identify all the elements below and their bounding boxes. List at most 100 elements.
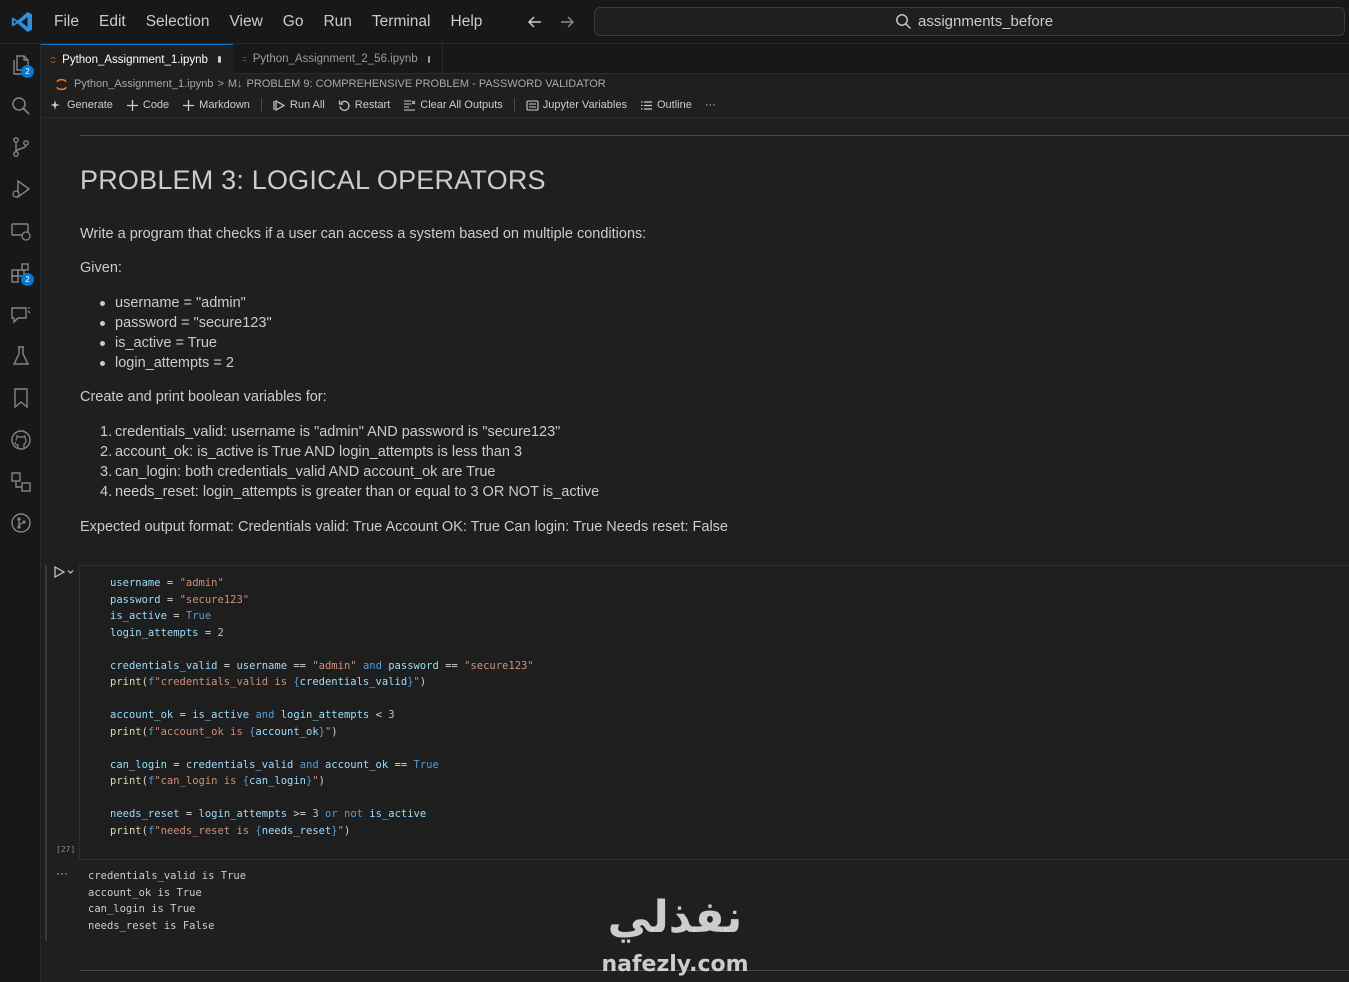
clear-all-outputs-button[interactable]: Clear All Outputs (403, 99, 503, 112)
bullet-marker (100, 321, 105, 326)
horizontal-rule (80, 135, 1349, 136)
watermark: نفذلي nafezly.com (590, 892, 760, 982)
markdown-given: Given: (80, 260, 122, 276)
cell-focus-indicator (45, 565, 47, 941)
toolbar-divider (260, 98, 262, 112)
jupyter-variables-label: Jupyter Variables (542, 99, 627, 111)
tab-label: Python_Assignment_1.ipynb (62, 53, 208, 66)
generate-button[interactable]: Generate (50, 99, 113, 112)
outline-list-icon (640, 100, 652, 110)
markdown-label: Markdown (199, 99, 250, 111)
vscode-logo-icon[interactable] (10, 10, 34, 34)
output-line: can_login is True (88, 903, 196, 915)
breadcrumb-file[interactable]: Python_Assignment_1.ipynb (74, 78, 213, 90)
jupyter-variables-button[interactable]: Jupyter Variables (526, 99, 627, 112)
menu-run[interactable]: Run (313, 0, 361, 44)
list-number: 3. (100, 464, 113, 480)
breadcrumb: Python_Assignment_1.ipynb > M↓ PROBLEM 9… (55, 76, 606, 92)
restart-icon (338, 100, 350, 111)
add-markdown-cell-button[interactable]: Markdown (182, 99, 250, 112)
command-center-search[interactable]: assignments_before (594, 7, 1345, 36)
unsaved-dot-icon[interactable] (427, 55, 430, 63)
restart-label: Restart (354, 99, 391, 111)
sparkle-icon (50, 99, 60, 110)
output-actions-button[interactable]: ··· (56, 866, 68, 880)
numbered-item: credentials_valid: username is "admin" A… (115, 424, 561, 440)
outline-label: Outline (656, 99, 692, 111)
testing-flask-icon[interactable] (9, 344, 33, 368)
numbered-item: account_ok: is_active is True AND login_… (115, 444, 523, 460)
menu-go[interactable]: Go (273, 0, 314, 44)
menu-edit[interactable]: Edit (89, 0, 136, 44)
run-cell-icon[interactable] (53, 565, 75, 579)
run-all-button[interactable]: Run All (273, 99, 325, 112)
github-icon[interactable] (9, 428, 33, 452)
clear-all-icon (404, 99, 416, 111)
search-sidebar-icon[interactable] (9, 94, 33, 118)
source-control-icon[interactable] (9, 135, 33, 159)
menu-bar: File Edit Selection View Go Run Terminal… (44, 0, 492, 44)
markdown-expected-output: Expected output format: Credentials vali… (80, 519, 728, 535)
variables-icon (526, 99, 539, 111)
tab-python-assignment-1[interactable]: Python_Assignment_1.ipynb (41, 44, 233, 74)
plus-icon (126, 99, 138, 111)
bookmark-icon[interactable] (9, 386, 33, 410)
markdown-heading: PROBLEM 3: LOGICAL OPERATORS (80, 165, 546, 195)
toolbar-divider (513, 98, 515, 112)
remote-explorer-icon[interactable] (9, 219, 33, 243)
code-label: Code (142, 99, 170, 111)
menu-file[interactable]: File (44, 0, 89, 44)
menu-help[interactable]: Help (441, 0, 493, 44)
list-number: 2. (100, 444, 113, 460)
clear-outputs-label: Clear All Outputs (420, 99, 503, 111)
outline-button[interactable]: Outline (640, 99, 692, 112)
bullet-marker (100, 361, 105, 366)
more-actions-button[interactable]: ··· (705, 99, 716, 111)
editor-tab-bar: Python_Assignment_1.ipynb Python_Assignm… (41, 44, 1349, 74)
menu-terminal[interactable]: Terminal (362, 0, 441, 44)
jupyter-file-icon (242, 56, 247, 62)
search-text: assignments_before (918, 13, 1054, 30)
markdown-create: Create and print boolean variables for: (80, 389, 327, 405)
jupyter-file-icon (56, 78, 67, 90)
cell-output: credentials_valid is True account_ok is T… (88, 868, 246, 934)
editor-separator (41, 117, 1349, 118)
back-arrow-icon[interactable] (525, 12, 545, 32)
markdown-icon: M↓ (227, 78, 243, 90)
watermark-url: nafezly.com (601, 952, 749, 977)
list-item: password = "secure123" (115, 315, 272, 331)
breadcrumb-section[interactable]: PROBLEM 9: COMPREHENSIVE PROBLEM - PASSW… (247, 78, 606, 90)
execution-count: [27] (56, 845, 76, 854)
plus-icon (183, 99, 195, 111)
list-number: 4. (100, 484, 113, 500)
menu-selection[interactable]: Selection (136, 0, 220, 44)
chat-copilot-icon[interactable] (9, 303, 33, 327)
run-debug-icon[interactable] (9, 177, 33, 201)
numbered-item: needs_reset: login_attempts is greater t… (115, 484, 600, 500)
menu-view[interactable]: View (219, 0, 272, 44)
output-line: needs_reset is False (88, 919, 215, 932)
tab-python-assignment-2[interactable]: Python_Assignment_2_56.ipynb (233, 44, 443, 74)
forward-arrow-icon[interactable] (557, 12, 577, 32)
bullet-marker (100, 301, 105, 306)
unsaved-dot-icon[interactable] (217, 56, 221, 63)
search-icon (896, 14, 912, 30)
notebook-toolbar: Generate Code Markdown Run All Restart C… (50, 96, 729, 114)
run-all-label: Run All (289, 99, 325, 111)
remote-connections-icon[interactable] (9, 470, 33, 494)
list-item: username = "admin" (115, 295, 246, 311)
list-item: is_active = True (115, 335, 217, 351)
extensions-badge: 2 (21, 273, 34, 286)
code-editor-text[interactable]: username = "admin" password = "secure123… (110, 575, 534, 839)
list-item: login_attempts = 2 (115, 355, 234, 371)
explorer-badge: 2 (21, 65, 34, 78)
add-code-cell-button[interactable]: Code (126, 99, 169, 112)
output-line: account_ok is True (88, 886, 202, 899)
numbered-item: can_login: both credentials_valid AND ac… (115, 464, 496, 480)
breadcrumb-separator: > (217, 78, 224, 90)
title-bar: File Edit Selection View Go Run Terminal… (0, 0, 1349, 44)
git-graph-icon[interactable] (9, 511, 33, 535)
restart-button[interactable]: Restart (338, 99, 390, 112)
output-line: credentials_valid is True (88, 870, 247, 882)
markdown-intro: Write a program that checks if a user ca… (80, 226, 647, 242)
